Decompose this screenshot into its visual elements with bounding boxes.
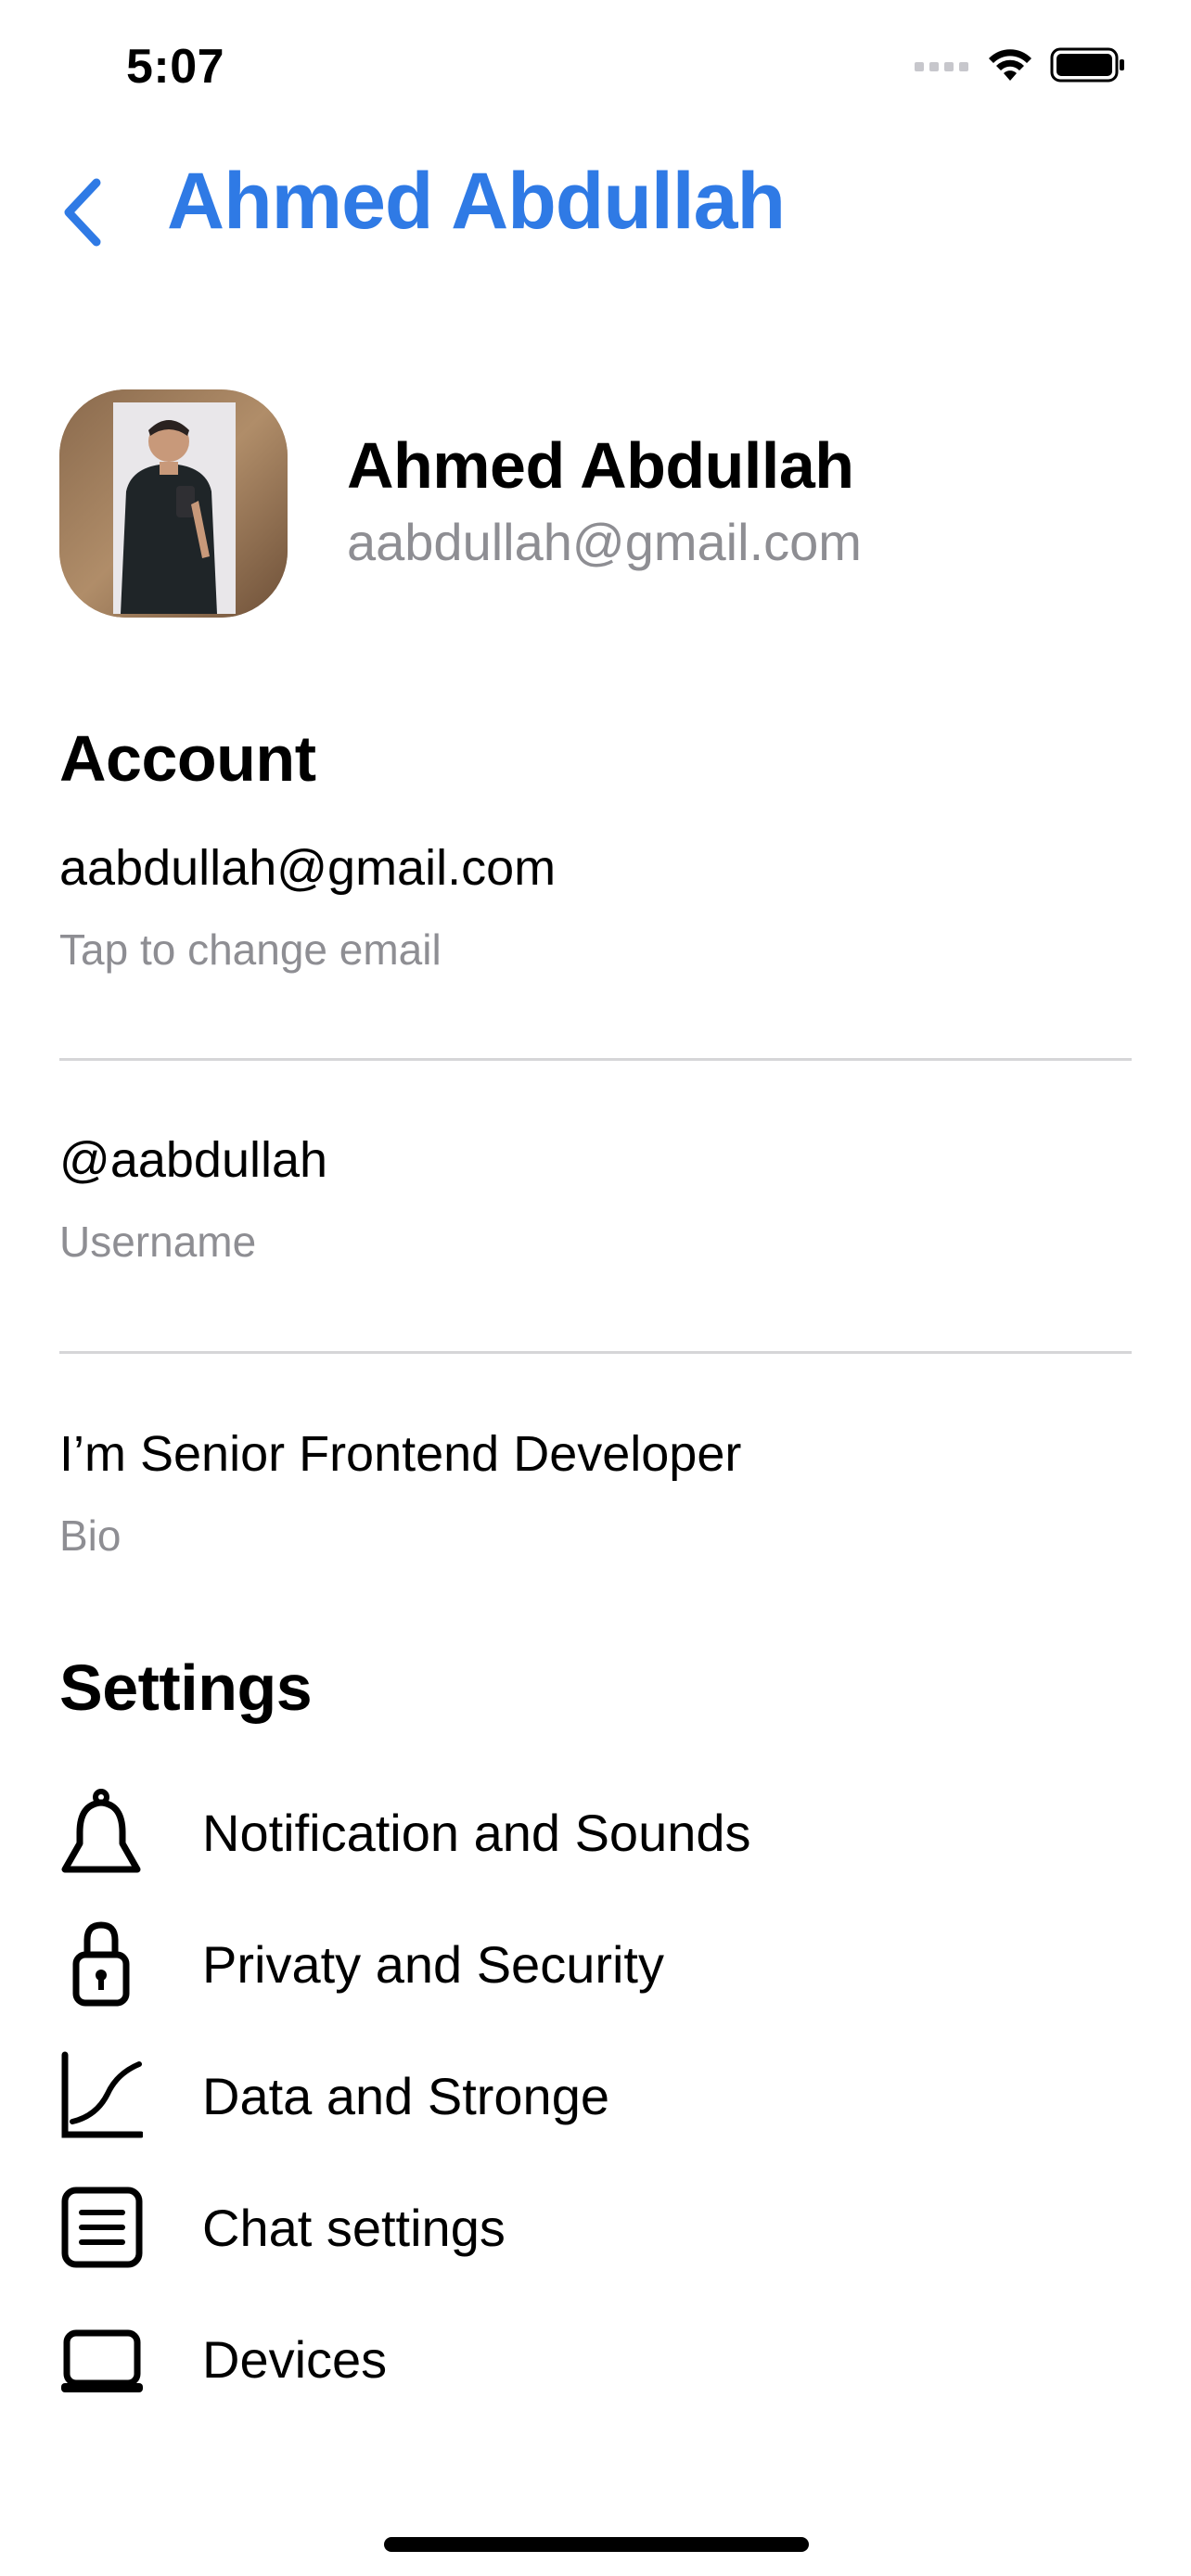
settings-section-title: Settings xyxy=(59,1651,313,1724)
username-label: Username xyxy=(59,1218,257,1266)
lock-icon xyxy=(59,1919,143,2009)
page-title: Ahmed Abdullah xyxy=(167,157,786,246)
chevron-left-icon xyxy=(64,178,101,247)
account-email-value: aabdullah@gmail.com xyxy=(59,840,557,896)
status-icons xyxy=(915,46,1126,83)
account-bio-row[interactable]: I’m Senior Frontend Developer Bio xyxy=(59,1425,1132,1561)
bell-icon xyxy=(59,1788,143,1877)
cellular-signal-icon xyxy=(915,62,968,71)
settings-item-label: Data and Stronge xyxy=(202,2066,609,2125)
home-indicator[interactable] xyxy=(384,2537,809,2552)
account-section-title: Account xyxy=(59,722,316,795)
settings-item-data[interactable]: Data and Stronge xyxy=(59,2049,1132,2142)
profile-email: aabdullah@gmail.com xyxy=(347,513,862,571)
bio-value: I’m Senior Frontend Developer xyxy=(59,1426,742,1482)
wifi-icon xyxy=(989,49,1031,81)
settings-item-label: Chat settings xyxy=(202,2198,506,2257)
settings-item-label: Privaty and Security xyxy=(202,1934,664,1994)
bio-label: Bio xyxy=(59,1511,122,1560)
account-username-row[interactable]: @aabdullah Username xyxy=(59,1131,1132,1267)
avatar-photo xyxy=(59,389,288,618)
account-email-row[interactable]: aabdullah@gmail.com Tap to change email xyxy=(59,839,1132,975)
settings-item-devices[interactable]: Devices xyxy=(59,2313,1132,2405)
profile-name: Ahmed Abdullah xyxy=(347,429,854,502)
laptop-icon xyxy=(59,2315,143,2404)
account-email-hint: Tap to change email xyxy=(59,925,442,974)
settings-item-notifications[interactable]: Notification and Sounds xyxy=(59,1786,1132,1879)
chat-list-icon xyxy=(59,2183,143,2272)
username-value: @aabdullah xyxy=(59,1132,328,1188)
divider xyxy=(59,1351,1132,1354)
divider xyxy=(59,1058,1132,1061)
settings-item-chat[interactable]: Chat settings xyxy=(59,2181,1132,2274)
battery-icon xyxy=(1050,47,1124,83)
avatar[interactable] xyxy=(59,389,288,618)
settings-item-privacy[interactable]: Privaty and Security xyxy=(59,1918,1132,2010)
chart-icon xyxy=(59,2051,143,2140)
status-time: 5:07 xyxy=(126,40,225,94)
settings-item-label: Notification and Sounds xyxy=(202,1803,751,1862)
back-button[interactable] xyxy=(54,174,109,250)
settings-item-label: Devices xyxy=(202,2329,388,2389)
